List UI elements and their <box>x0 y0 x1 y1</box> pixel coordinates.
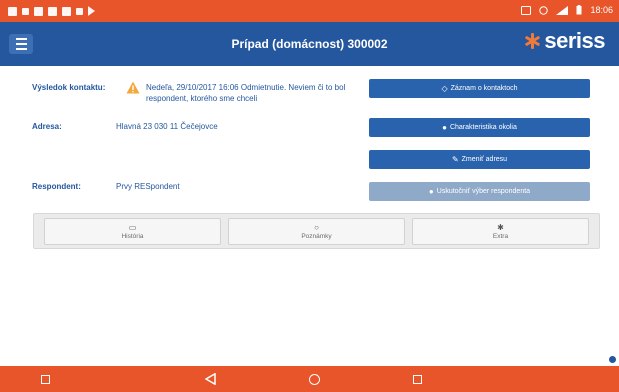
notification-icon <box>22 7 29 15</box>
status-bar-system: 18:06 <box>521 5 613 15</box>
select-respondent-label: Uskutočniť výber respondenta <box>436 188 531 195</box>
notification-icon <box>34 6 43 16</box>
contacts-record-label: Záznam o kontaktoch <box>450 85 518 92</box>
seriss-logo: seriss <box>524 28 605 54</box>
respondent-value: Prvy RESpondent <box>116 182 180 191</box>
app-header: Prípad (domácnost) 300002 seriss <box>0 22 619 66</box>
user-icon: ● <box>428 187 434 196</box>
square-icon <box>40 374 50 384</box>
back-icon <box>204 373 216 385</box>
tab-notes[interactable]: ○ Poznámky <box>228 218 405 245</box>
logo-text: seriss <box>544 28 605 53</box>
seriss-logo-icon <box>524 33 541 49</box>
recents-icon <box>412 374 422 384</box>
respondent-label: Respondent: <box>32 182 81 191</box>
battery-icon <box>576 5 582 15</box>
diamond-icon: ◇ <box>441 84 448 93</box>
change-address-label: Zmeniť adresu <box>461 156 508 163</box>
cast-icon <box>521 5 532 15</box>
edit-icon: ✎ <box>451 155 459 164</box>
settings-dot-icon[interactable] <box>609 356 616 363</box>
speech-bubble-icon: ○ <box>314 222 319 232</box>
info-icon: ● <box>442 123 447 132</box>
navigation-bar <box>0 366 619 392</box>
calendar-icon: ▭ <box>128 222 137 232</box>
select-respondent-button[interactable]: ● Uskutočniť výber respondenta <box>369 182 590 201</box>
wifi-icon <box>556 5 569 15</box>
tab-history-label: História <box>121 232 144 240</box>
tab-notes-label: Poznámky <box>301 232 332 240</box>
neighborhood-label: Charakteristika okolia <box>449 124 517 131</box>
contact-result-value: Nedeľa, 29/10/2017 16:06 Odmietnutie. Ne… <box>146 83 346 103</box>
address-label: Adresa: <box>32 122 62 131</box>
play-icon <box>88 6 95 16</box>
neighborhood-button[interactable]: ● Charakteristika okolia <box>369 118 590 137</box>
contacts-record-button[interactable]: ◇ Záznam o kontaktoch <box>369 79 590 98</box>
change-address-button[interactable]: ✎ Zmeniť adresu <box>369 150 590 169</box>
recents-button[interactable] <box>409 372 425 386</box>
app-shortcut-button[interactable] <box>37 372 53 386</box>
tab-extra[interactable]: ✱ Extra <box>412 218 589 245</box>
contact-result-label: Výsledok kontaktu: <box>32 83 106 92</box>
status-bar: 18:06 <box>0 0 619 22</box>
app-screen: 18:06 Prípad (domácnost) 300002 seriss V… <box>0 0 619 392</box>
notification-icon <box>8 6 17 16</box>
gear-icon: ✱ <box>497 222 504 232</box>
status-bar-notifications <box>8 6 95 16</box>
status-time: 18:06 <box>590 5 613 15</box>
tab-history[interactable]: ▭ História <box>44 218 221 245</box>
notification-icon <box>48 6 57 16</box>
warning-icon <box>126 81 140 94</box>
notification-icon <box>62 6 71 16</box>
home-button[interactable] <box>306 372 322 386</box>
notification-icon <box>76 7 83 15</box>
tab-bar: ▭ História ○ Poznámky ✱ Extra <box>33 213 600 249</box>
tab-extra-label: Extra <box>492 232 509 240</box>
address-value: Hlavná 23 030 11 Čečejovce <box>116 122 218 131</box>
back-button[interactable] <box>202 372 218 386</box>
vibrate-icon <box>539 5 549 15</box>
home-icon <box>308 373 320 385</box>
